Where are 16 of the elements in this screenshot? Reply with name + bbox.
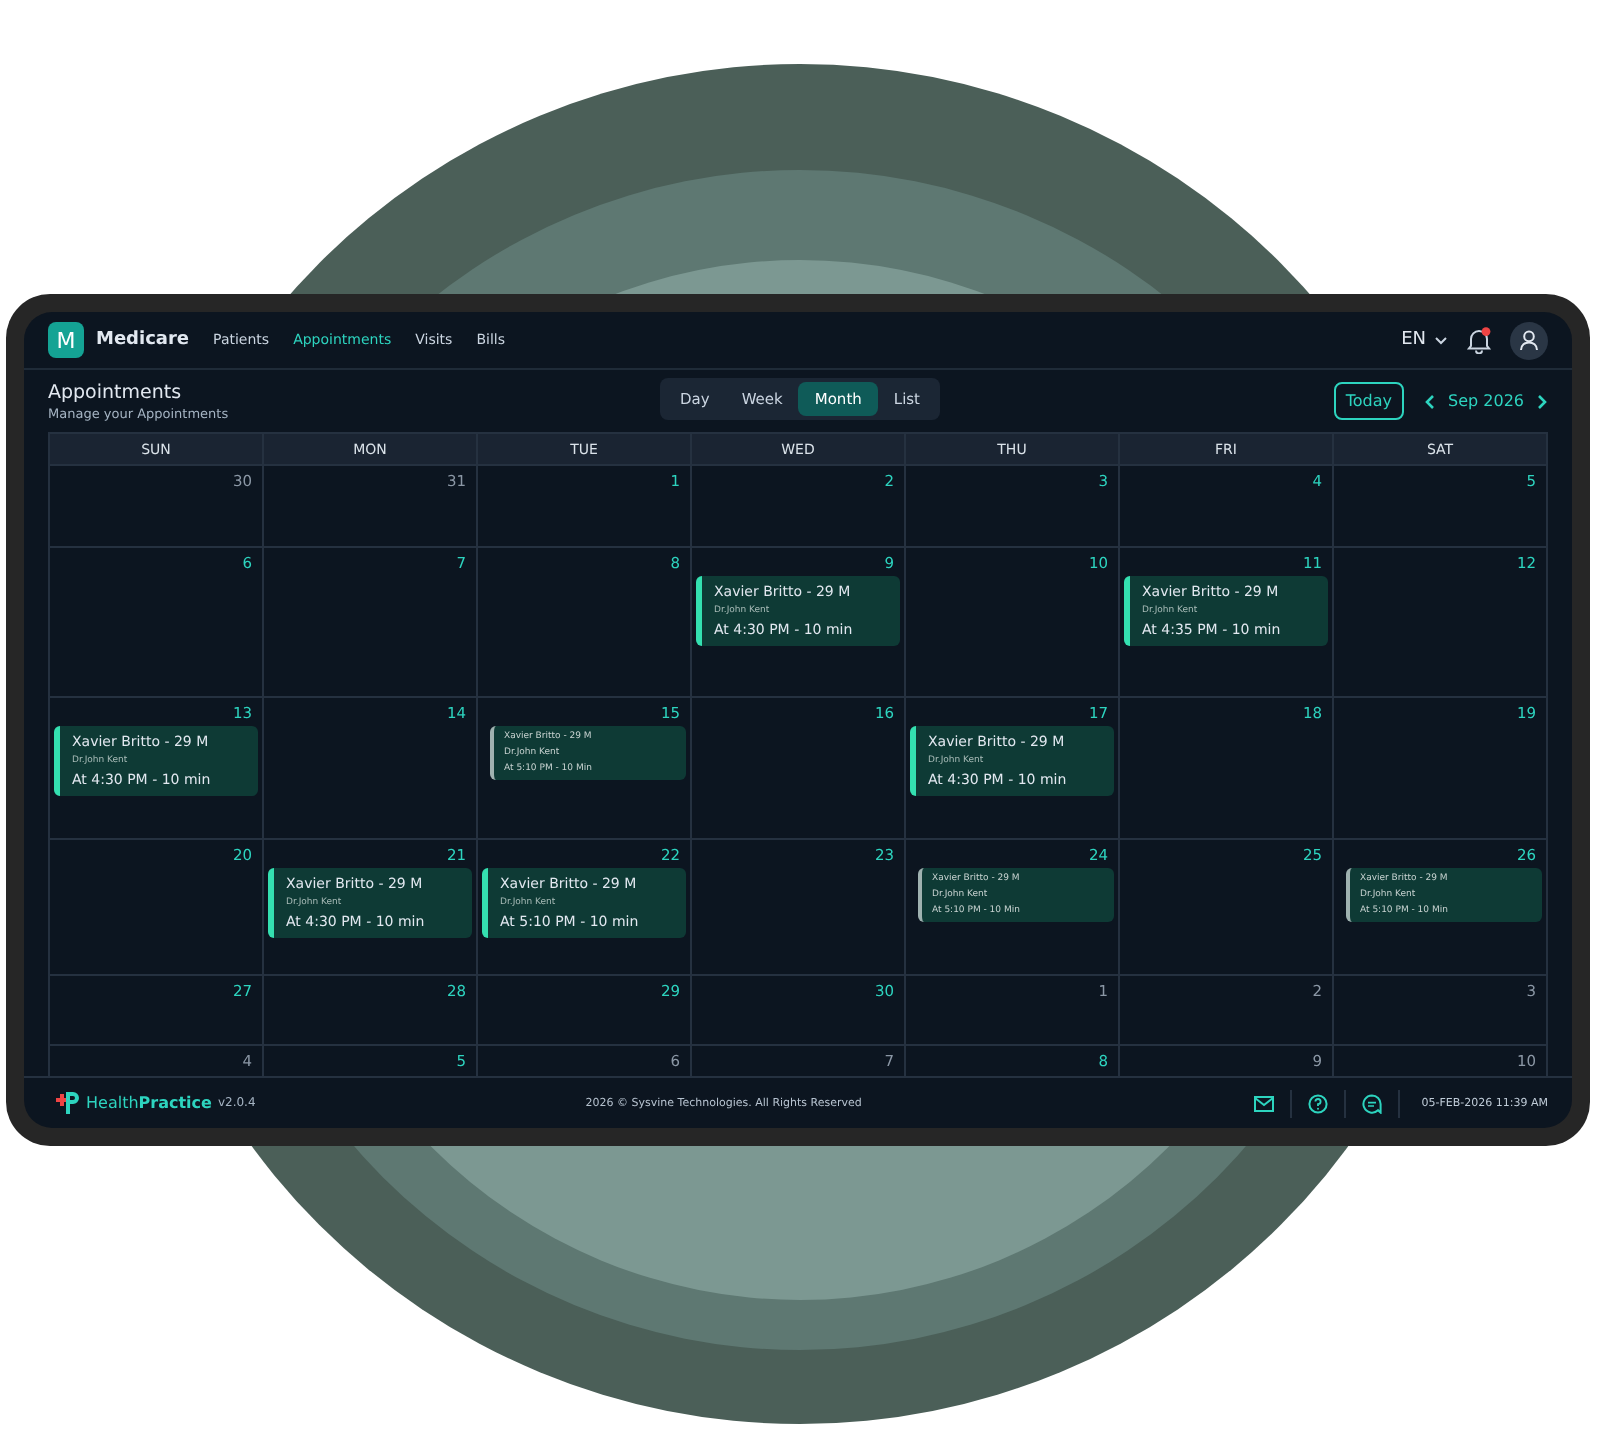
app-logo: M — [48, 322, 84, 358]
language-selector[interactable]: EN — [1401, 330, 1448, 350]
help-icon[interactable] — [1307, 1093, 1328, 1113]
bell-icon[interactable] — [1466, 326, 1492, 354]
medical-cross-logo-icon — [52, 1090, 80, 1116]
chevron-down-icon — [1434, 335, 1448, 345]
app-name: Medicare — [96, 330, 190, 350]
mail-icon[interactable] — [1253, 1095, 1274, 1111]
month-label: Sep 2026 — [1448, 392, 1524, 410]
page-title: Appointments — [48, 381, 184, 403]
chevron-right-icon[interactable] — [1536, 393, 1548, 409]
chevron-left-icon[interactable] — [1424, 393, 1437, 409]
brand-name: HealthPractice — [86, 1094, 212, 1112]
today-button[interactable]: Today — [1333, 382, 1405, 420]
avatar-icon[interactable] — [1510, 321, 1548, 359]
chat-icon[interactable] — [1361, 1093, 1382, 1113]
